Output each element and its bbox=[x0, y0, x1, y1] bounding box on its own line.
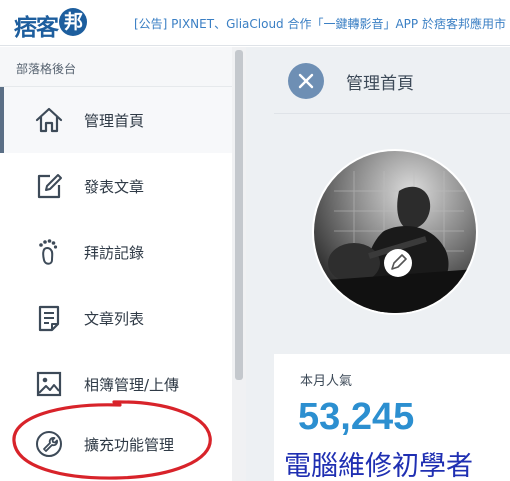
sidebar-scrollbar[interactable] bbox=[232, 47, 246, 481]
logo-badge: 邦 bbox=[59, 8, 87, 36]
sidebar-item-new-post[interactable]: 發表文章 bbox=[0, 153, 232, 219]
photo-icon bbox=[36, 371, 62, 397]
sidebar-title: 部落格後台 bbox=[16, 62, 77, 76]
scrollbar-thumb[interactable] bbox=[235, 50, 243, 380]
divider bbox=[274, 113, 510, 114]
stat-value: 53,245 bbox=[298, 396, 415, 438]
home-icon bbox=[35, 107, 63, 133]
sidebar-item-label: 管理首頁 bbox=[84, 112, 145, 130]
red-circle-annotation bbox=[12, 400, 212, 480]
close-button[interactable] bbox=[288, 63, 324, 99]
sidebar-item-label: 文章列表 bbox=[84, 310, 145, 328]
page-title: 管理首頁 bbox=[346, 74, 414, 94]
sidebar-item-dashboard[interactable]: 管理首頁 bbox=[0, 87, 232, 153]
logo-text: 痞客邦 bbox=[14, 8, 87, 42]
avatar-photo bbox=[314, 151, 476, 313]
sidebar-item-visit-log[interactable]: 拜訪記錄 bbox=[0, 219, 232, 285]
close-icon bbox=[298, 73, 314, 89]
top-header: 痞客邦 [公告] PIXNET、GliaCloud 合作「一鍵轉影音」APP 於… bbox=[0, 0, 510, 46]
stat-label: 本月人氣 bbox=[300, 374, 353, 389]
sidebar-header: 部落格後台 bbox=[0, 47, 232, 87]
announcement-link[interactable]: [公告] PIXNET、GliaCloud 合作「一鍵轉影音」APP 於痞客邦應… bbox=[134, 15, 506, 32]
main-panel: 管理首頁 本月人氣 53,245 bbox=[246, 47, 510, 481]
footprint-icon bbox=[39, 239, 58, 265]
avatar[interactable] bbox=[312, 149, 478, 315]
sidebar-item-label: 拜訪記錄 bbox=[84, 244, 145, 262]
sidebar-item-label: 相簿管理/上傳 bbox=[84, 376, 180, 394]
pixnet-logo[interactable]: 痞客邦 bbox=[14, 6, 100, 42]
document-list-icon bbox=[38, 305, 60, 332]
sidebar-item-label: 發表文章 bbox=[84, 178, 145, 196]
edit-icon bbox=[37, 174, 62, 199]
sidebar-item-post-list[interactable]: 文章列表 bbox=[0, 285, 232, 351]
watermark-text: 電腦維修初學者 bbox=[284, 451, 473, 481]
